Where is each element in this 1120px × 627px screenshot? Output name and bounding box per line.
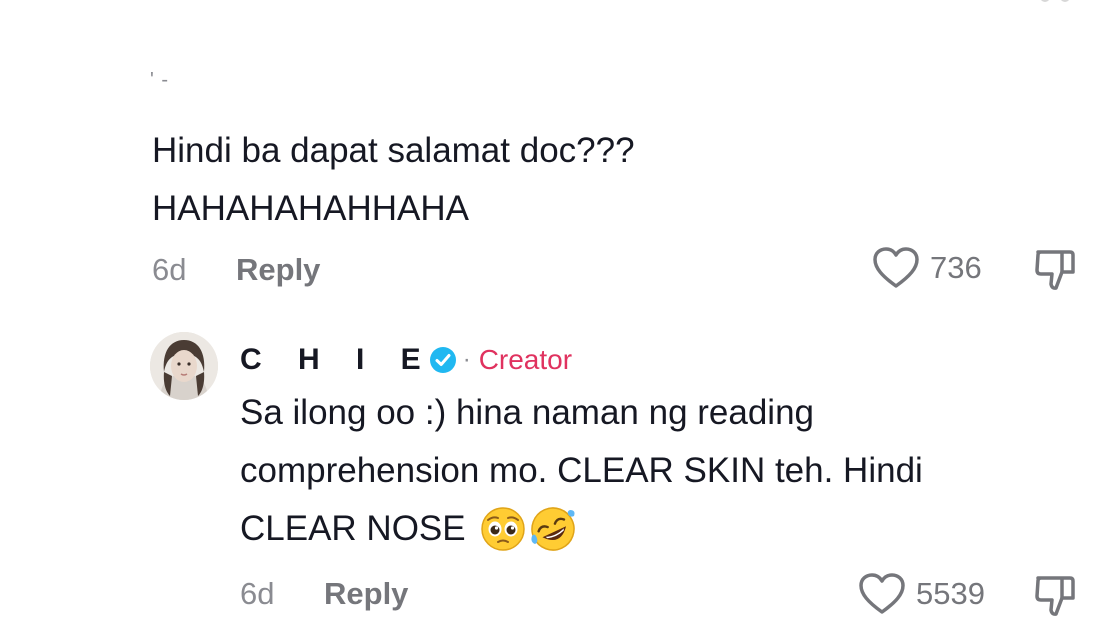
creator-tag: Creator [478,344,573,375]
like-button[interactable]: 736 [872,246,982,290]
comment-text-line-with-emoji: CLEAR NOSE [240,500,1100,558]
comment-text-line: CLEAR NOSE [240,509,466,548]
comment-text-line: Sa ilong oo :) hina naman ng reading [240,393,815,432]
comment-text-line: HAHAHAHAHHAHA [152,189,469,228]
comment-text-line: comprehension mo. CLEAR SKIN teh. Hindi [240,451,923,490]
comment-text: Hindi ba dapat salamat doc??? HAHAHAHAHH… [152,122,852,238]
comment-text-line: Hindi ba dapat salamat doc??? [152,131,635,170]
reply-button[interactable]: Reply [236,252,320,288]
comment-author-name[interactable]: C H I E [240,343,435,377]
like-count: 5539 [916,576,985,611]
reply-button[interactable]: Reply [324,576,408,612]
like-count: 736 [930,250,982,285]
pleading-face-emoji-icon [480,507,525,551]
heart-outline-icon [859,573,905,614]
thumbs-down-icon[interactable] [1032,572,1080,620]
heart-outline-icon [873,247,919,288]
comment-time: 6d [240,576,275,611]
comment-time: 6d [152,252,187,287]
comment-1: ' - Hindi ba dapat salamat doc??? HAHAHA… [0,0,1120,300]
rolling-laughing-emoji-icon [530,507,575,551]
thumbs-down-icon[interactable] [1032,246,1080,294]
avatar[interactable] [150,332,218,400]
verified-badge-icon [429,347,456,373]
separator-dot: · [462,346,471,373]
comment-text: Sa ilong oo :) hina naman ng reading com… [240,384,1100,558]
comment-username-fragment[interactable]: ' - [150,70,169,90]
comment-author-line: C H I E · Creator [240,340,572,380]
like-button[interactable]: 5539 [858,572,985,616]
